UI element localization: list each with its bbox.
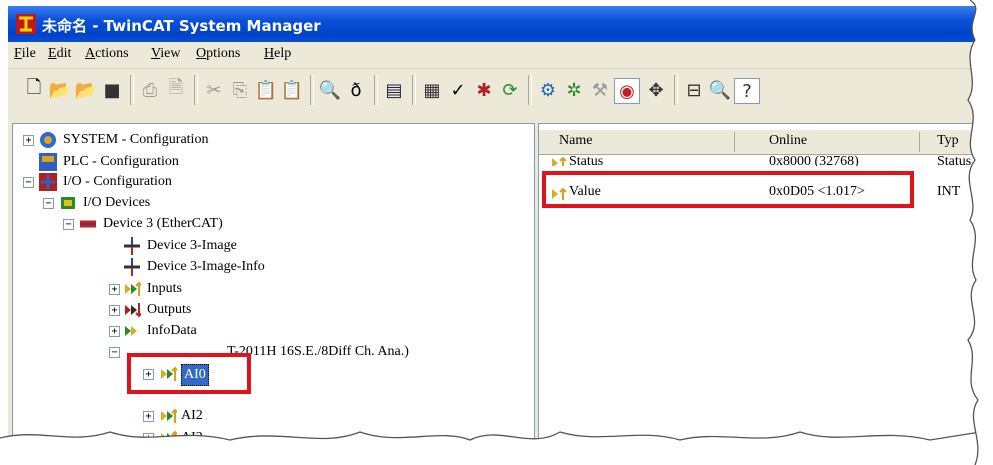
torn-edge-overlay [0, 0, 993, 465]
